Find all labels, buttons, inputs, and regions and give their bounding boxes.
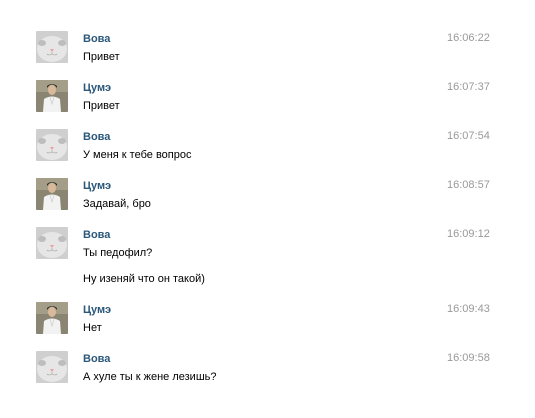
message-text: У меня к тебе вопрос <box>83 149 192 161</box>
message-text: Привет <box>83 51 120 63</box>
cat-avatar[interactable] <box>36 351 68 383</box>
author-name[interactable]: Цумэ <box>83 304 111 317</box>
cat-avatar[interactable] <box>36 227 68 259</box>
cat-avatar[interactable] <box>36 129 68 161</box>
timestamp[interactable]: 16:07:37 <box>447 81 492 94</box>
man-avatar[interactable] <box>36 178 68 210</box>
timestamp[interactable]: 16:09:43 <box>447 303 492 316</box>
message-text: Ну изеняй что он такой) <box>83 273 205 285</box>
timestamp[interactable]: 16:09:58 <box>447 352 492 365</box>
author-name[interactable]: Вова <box>83 33 110 46</box>
timestamp[interactable]: 16:06:22 <box>447 32 492 45</box>
man-avatar[interactable] <box>36 302 68 334</box>
message-text: Привет <box>83 100 120 112</box>
timestamp[interactable]: 16:07:54 <box>447 130 492 143</box>
author-name[interactable]: Вова <box>83 229 110 242</box>
message-text: А хуле ты к жене лезишь? <box>83 371 217 383</box>
author-name[interactable]: Вова <box>83 131 110 144</box>
message-text: Ты педофил? <box>83 247 153 259</box>
author-name[interactable]: Цумэ <box>83 82 111 95</box>
man-avatar[interactable] <box>36 80 68 112</box>
timestamp[interactable]: 16:09:12 <box>447 228 492 241</box>
cat-avatar[interactable] <box>36 31 68 63</box>
timestamp[interactable]: 16:08:57 <box>447 179 492 192</box>
message-text: Нет <box>83 322 102 334</box>
author-name[interactable]: Цумэ <box>83 180 111 193</box>
message-text: Задавай, бро <box>83 198 151 210</box>
author-name[interactable]: Вова <box>83 353 110 366</box>
